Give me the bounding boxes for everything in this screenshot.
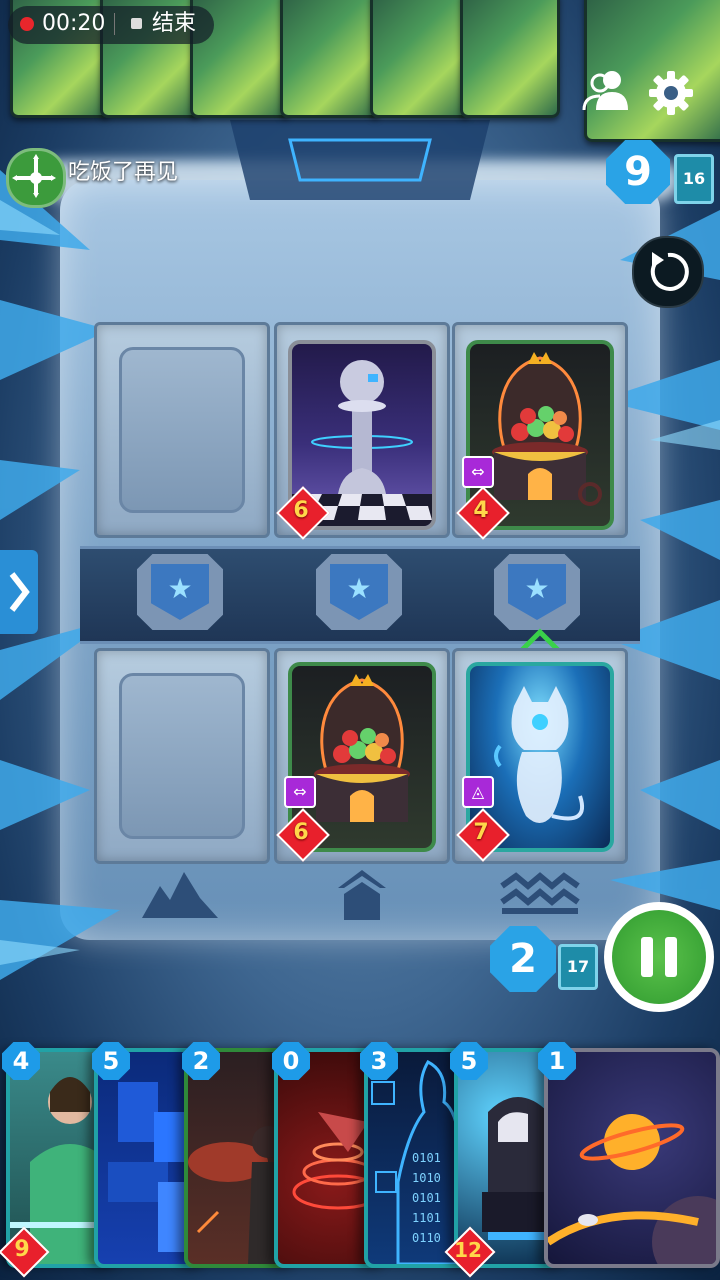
opponent-slot-1[interactable] — [94, 322, 270, 538]
opponent-hand-card — [460, 0, 560, 118]
card-power: 9 — [14, 1237, 30, 1262]
recycle-icon: ◬ — [462, 776, 494, 808]
card-power: 4 — [473, 498, 489, 523]
svg-text:0101: 0101 — [412, 1191, 441, 1205]
pause-icon — [641, 937, 653, 977]
recorder-divider — [114, 13, 115, 35]
planet-art — [548, 1114, 716, 1264]
end-recording-button[interactable]: 结束 — [152, 10, 196, 38]
hand-card[interactable] — [544, 1048, 720, 1268]
refresh-icon — [650, 252, 689, 291]
player-slot-1[interactable] — [94, 648, 270, 864]
lane-3-marker[interactable]: ★ — [494, 554, 580, 630]
opponent-deck-count: 16 — [674, 154, 714, 204]
player-energy: 2 — [490, 926, 556, 992]
star-icon: ★ — [167, 572, 193, 605]
player-deck-count: 17 — [558, 944, 598, 990]
lane-banner: ★ — [330, 564, 388, 620]
friends-icon[interactable] — [582, 66, 630, 114]
move-arrows-icon — [12, 154, 56, 198]
star-icon: ★ — [346, 572, 372, 605]
pause-icon — [665, 937, 677, 977]
card-power: 7 — [473, 820, 489, 845]
mountain-terrain-icon — [142, 872, 218, 918]
side-panel-tab[interactable] — [0, 550, 38, 634]
opponent-name: 吃饭了再见 — [68, 160, 179, 185]
stop-icon[interactable] — [131, 18, 142, 29]
star-icon: ★ — [524, 572, 550, 605]
card-power: 6 — [293, 820, 309, 845]
water-terrain-icon — [500, 872, 580, 914]
card-power: 12 — [454, 1238, 482, 1262]
empty-slot — [119, 347, 245, 513]
svg-text:0101: 0101 — [412, 1151, 441, 1165]
svg-text:0110: 0110 — [412, 1231, 441, 1245]
chevron-right-icon — [9, 572, 30, 612]
empty-slot — [119, 673, 245, 839]
refresh-button[interactable] — [632, 236, 704, 308]
gear-icon[interactable] — [648, 70, 694, 116]
swap-icon: ⇔ — [284, 776, 316, 808]
opponent-hand-card — [280, 0, 380, 118]
swap-icon: ⇔ — [462, 456, 494, 488]
svg-text:1010: 1010 — [412, 1171, 441, 1185]
svg-text:1101: 1101 — [412, 1211, 441, 1225]
emote-button[interactable] — [6, 148, 66, 208]
card-power: 6 — [293, 498, 309, 523]
lane-2-marker[interactable]: ★ — [316, 554, 402, 630]
recording-time: 00:20 — [42, 11, 106, 36]
opponent-hand-card — [370, 0, 470, 118]
end-turn-face[interactable] — [612, 910, 706, 1004]
lane-banner: ★ — [151, 564, 209, 620]
recording-dot-icon — [20, 17, 34, 31]
building-terrain-icon — [338, 870, 386, 920]
lane-banner: ★ — [508, 564, 566, 620]
lane-1-marker[interactable]: ★ — [137, 554, 223, 630]
